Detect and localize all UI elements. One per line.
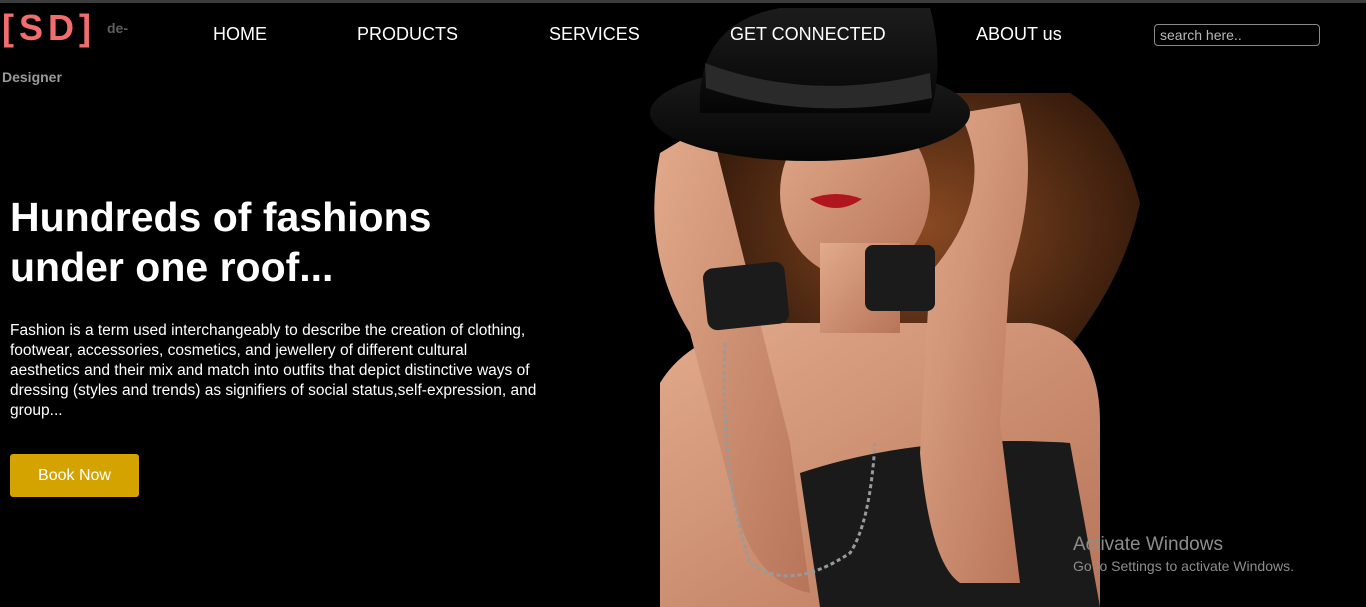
activate-windows-title: Activate Windows [1073, 534, 1223, 555]
nav-home[interactable]: HOME [213, 23, 267, 45]
book-now-button[interactable]: Book Now [10, 454, 139, 497]
fashion-model-image [600, 3, 1200, 607]
nav-products[interactable]: PRODUCTS [357, 23, 458, 45]
hero-photo [600, 3, 1200, 607]
logo-mark: [SD] [2, 7, 96, 48]
logo-suffix-designer: Designer [2, 69, 62, 85]
headline-line-1: Hundreds of fashions [10, 194, 432, 240]
nav-get-connected[interactable]: GET CONNECTED [730, 23, 886, 45]
site-logo[interactable]: [SD] [2, 6, 96, 50]
hero-headline: Hundreds of fashions under one roof... [10, 192, 530, 292]
activate-windows-subtitle: Go to Settings to activate Windows. [1073, 558, 1294, 574]
nav-about[interactable]: ABOUT us [976, 23, 1062, 45]
hero-description: Fashion is a term used interchangeably t… [10, 322, 537, 419]
headline-line-2: under one roof... [10, 244, 334, 290]
search-input[interactable] [1154, 24, 1320, 46]
logo-suffix-de: de- [107, 20, 128, 36]
nav-services[interactable]: SERVICES [549, 23, 640, 45]
